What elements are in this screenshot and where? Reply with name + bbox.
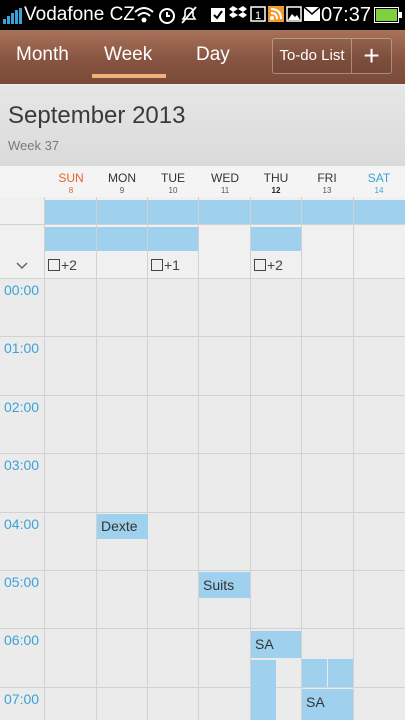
hour-label: 06:00 (4, 632, 40, 648)
event-sa[interactable]: SA (251, 631, 301, 658)
mute-icon (181, 6, 197, 24)
more-count: +1 (164, 257, 180, 273)
grid-line (0, 278, 405, 279)
day-header-row: SUN 8 MON 9 TUE 10 WED 11 THU 12 FRI 13 … (0, 166, 405, 198)
signal-icon (3, 8, 22, 24)
day-num-wed: 11 (220, 186, 230, 195)
day-num-thu: 12 (271, 186, 281, 195)
checkbox-icon (151, 259, 163, 271)
grid-line (353, 197, 354, 720)
page-title[interactable]: September 2013 (8, 102, 185, 130)
event-block[interactable] (251, 660, 276, 720)
status-bar: Vodafone CZ 1 07:37 (0, 0, 405, 30)
toolbar-actions: To-do List + (272, 38, 392, 74)
event-sa[interactable]: SA (302, 689, 353, 716)
grid-line (96, 197, 97, 720)
grid-line (0, 570, 405, 571)
hour-label: 00:00 (4, 282, 40, 298)
grid-line (0, 453, 405, 454)
all-day-event[interactable] (45, 200, 405, 224)
mail-icon (304, 7, 320, 21)
alarm-icon (159, 8, 175, 24)
event-block[interactable] (302, 716, 353, 720)
hour-label: 02:00 (4, 399, 40, 415)
tab-month[interactable]: Month (16, 44, 69, 66)
more-events-sun[interactable]: +2 (48, 257, 77, 273)
grid-line (44, 197, 45, 720)
tab-day[interactable]: Day (196, 44, 230, 66)
wifi-icon (134, 7, 154, 23)
hour-label: 01:00 (4, 340, 40, 356)
grid-line (0, 512, 405, 513)
day-name-wed[interactable]: WED (199, 171, 251, 185)
grid-line (0, 628, 405, 629)
grid-line (0, 224, 405, 225)
dropbox-icon (229, 6, 247, 18)
all-day-event[interactable] (250, 227, 301, 251)
tab-week-indicator (92, 74, 166, 78)
more-events-thu[interactable]: +2 (254, 257, 283, 273)
day-num-fri: 13 (322, 186, 332, 195)
grid-line (0, 687, 405, 688)
day-name-fri[interactable]: FRI (301, 171, 353, 185)
hour-label: 04:00 (4, 516, 40, 532)
calendar-header: September 2013 Week 37 (0, 86, 405, 166)
hour-label: 03:00 (4, 457, 40, 473)
more-count: +2 (267, 257, 283, 273)
hour-label: 05:00 (4, 574, 40, 590)
day-name-sat[interactable]: SAT (353, 171, 405, 185)
toolbar: Month Week Day To-do List + (0, 30, 405, 84)
battery-icon (374, 7, 402, 23)
day-name-thu[interactable]: THU (250, 171, 302, 185)
grid-line (147, 197, 148, 720)
day-num-sat: 14 (374, 186, 384, 195)
carrier-name: Vodafone CZ (24, 4, 135, 25)
checkbox-icon (48, 259, 60, 271)
clipboard-check-icon (211, 8, 225, 22)
event-dexte[interactable]: Dexte (97, 514, 148, 539)
grid-line (0, 395, 405, 396)
event-suits[interactable]: Suits (199, 572, 250, 598)
todo-list-button[interactable]: To-do List (273, 39, 351, 73)
day-name-tue[interactable]: TUE (147, 171, 199, 185)
rss-icon (268, 6, 284, 22)
day-name-mon[interactable]: MON (96, 171, 148, 185)
clock-time: 07:37 (320, 4, 371, 26)
day-num-mon: 9 (119, 186, 125, 195)
svg-text:1: 1 (255, 10, 261, 22)
event-block[interactable] (302, 659, 327, 687)
day-name-sun[interactable]: SUN (45, 171, 97, 185)
hour-label: 07:00 (4, 691, 40, 707)
checkbox-icon (254, 259, 266, 271)
sim-icon: 1 (250, 6, 266, 22)
all-day-event[interactable] (45, 227, 199, 251)
grid-line (301, 197, 302, 720)
more-events-tue[interactable]: +1 (151, 257, 180, 273)
tab-week[interactable]: Week (104, 44, 152, 66)
day-num-sun: 8 (68, 186, 74, 195)
gallery-icon (286, 6, 302, 22)
add-event-button[interactable]: + (352, 39, 391, 73)
grid-line (198, 197, 199, 720)
grid-line (0, 336, 405, 337)
day-num-tue: 10 (168, 186, 178, 195)
chevron-down-icon[interactable] (16, 262, 28, 270)
week-label: Week 37 (8, 138, 60, 153)
event-block[interactable] (328, 659, 353, 687)
more-count: +2 (61, 257, 77, 273)
